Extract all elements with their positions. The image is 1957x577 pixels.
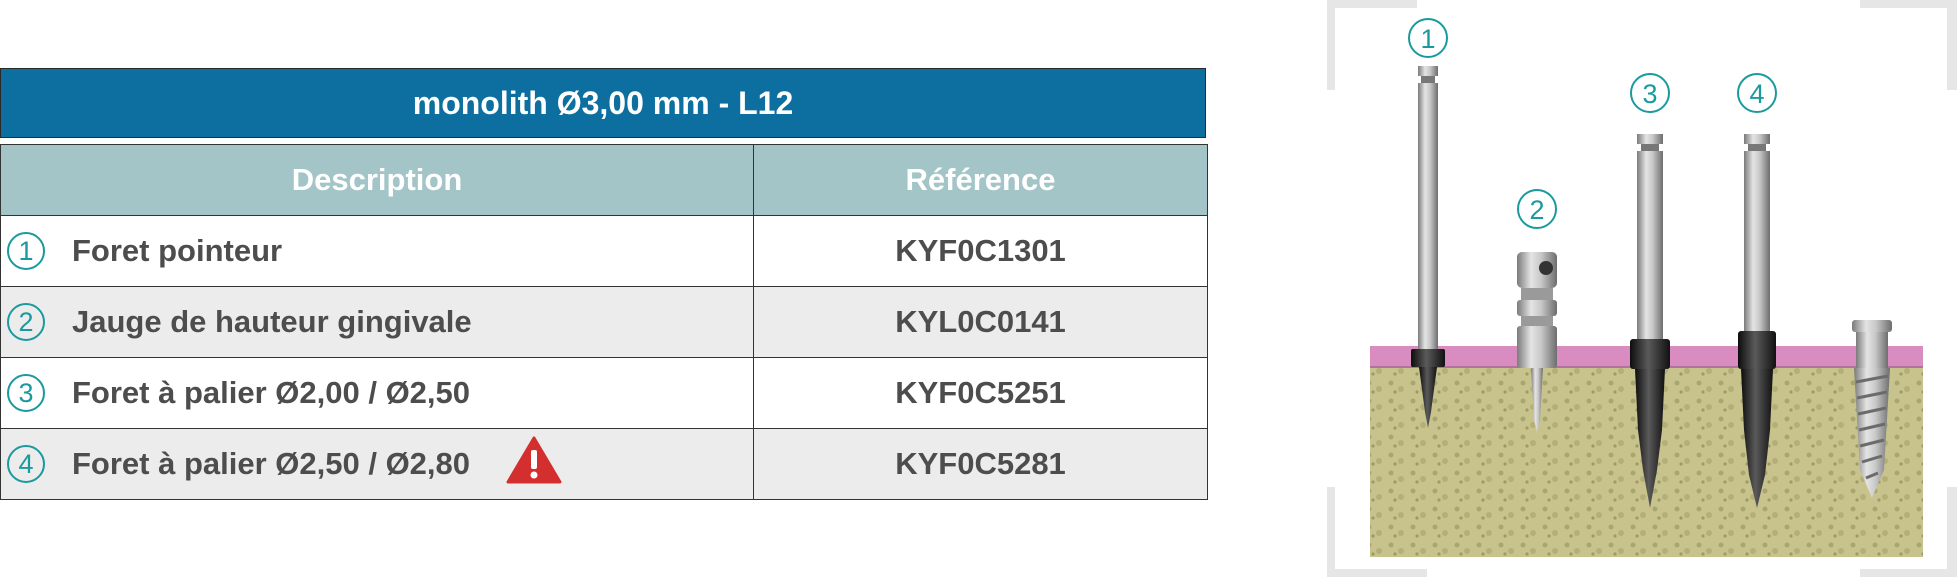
step-number-badge: 3 <box>7 374 45 412</box>
instrument-illustration: 1 2 3 4 <box>1327 0 1957 577</box>
description-cell: 1 Foret pointeur <box>0 215 754 287</box>
svg-text:1: 1 <box>1420 24 1435 54</box>
description-cell: 2 Jauge de hauteur gingivale <box>0 286 754 358</box>
step-number-badge: 2 <box>7 303 45 341</box>
column-header-reference: Référence <box>753 144 1208 216</box>
column-header-description: Description <box>0 144 754 216</box>
svg-text:4: 4 <box>1749 79 1764 109</box>
step-number-badge: 4 <box>7 445 45 483</box>
table-title: monolith Ø3,00 mm - L12 <box>0 68 1206 138</box>
instrument-table: Description Référence 1 Foret pointeur K… <box>0 144 1208 500</box>
table-row: 1 Foret pointeur KYF0C1301 <box>0 215 1208 287</box>
description-cell: 4 Foret à palier Ø2,50 / Ø2,80 <box>0 428 754 500</box>
warning-icon <box>506 436 562 492</box>
description-text: Foret à palier Ø2,50 / Ø2,80 <box>72 446 471 481</box>
reference-cell: KYL0C0141 <box>753 286 1208 358</box>
table-row: 4 Foret à palier Ø2,50 / Ø2,80 KYF0C5281 <box>0 428 1208 500</box>
table-row: 3 Foret à palier Ø2,00 / Ø2,50 KYF0C5251 <box>0 357 1208 429</box>
instrument-label-2: 2 <box>1517 189 1557 229</box>
table-header-row: Description Référence <box>0 144 1208 216</box>
instrument-label-3: 3 <box>1630 73 1670 113</box>
description-cell: 3 Foret à palier Ø2,00 / Ø2,50 <box>0 357 754 429</box>
step-number-badge: 1 <box>7 232 45 270</box>
instrument-label-1: 1 <box>1408 18 1448 58</box>
svg-text:2: 2 <box>1529 195 1544 225</box>
svg-text:3: 3 <box>1642 79 1657 109</box>
reference-cell: KYF0C5281 <box>753 428 1208 500</box>
reference-cell: KYF0C5251 <box>753 357 1208 429</box>
table-row: 2 Jauge de hauteur gingivale KYL0C0141 <box>0 286 1208 358</box>
reference-cell: KYF0C1301 <box>753 215 1208 287</box>
description-text: Foret pointeur <box>72 233 283 268</box>
instrument-label-4: 4 <box>1737 73 1777 113</box>
description-text: Jauge de hauteur gingivale <box>72 304 472 339</box>
description-text: Foret à palier Ø2,00 / Ø2,50 <box>72 375 471 410</box>
